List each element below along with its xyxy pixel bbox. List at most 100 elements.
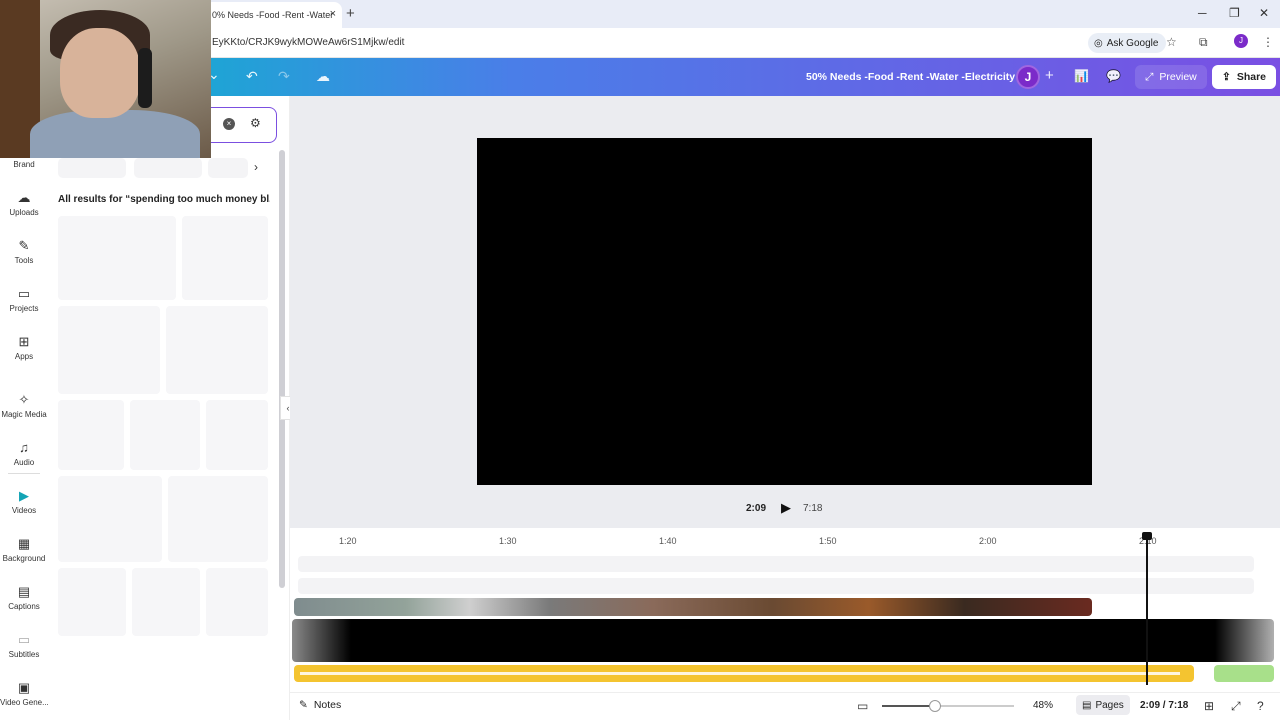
result-thumbnail[interactable] [58,400,124,470]
comment-icon[interactable]: 💬 [1106,69,1121,83]
playhead[interactable] [1146,535,1148,685]
webcam-headset [138,48,152,108]
browser-tab[interactable]: 0% Needs -Food -Rent -Water × [204,2,342,28]
left-sidebar: Brand ☁ Uploads ✎ Tools ▭ Projects ⊞ App… [0,96,48,720]
sidebar-item-label: Apps [14,352,34,361]
result-thumbnail[interactable] [58,216,176,300]
notes-button[interactable]: ✎ Notes [299,699,341,711]
ruler-tick: 1:30 [499,536,517,546]
zoom-percentage[interactable]: 48% [1033,700,1053,711]
subtitles-icon: ▭ [17,632,31,647]
result-thumbnail[interactable] [130,400,200,470]
sidebar-item-background[interactable]: ▦ Background [0,536,48,563]
zoom-slider-fill [882,705,936,707]
sidebar-item-tools[interactable]: ✎ Tools [0,238,48,265]
sidebar-item-label: Subtitles [8,650,40,659]
browser-profile-avatar[interactable]: J [1234,34,1248,48]
ask-google-label: Ask Google [1106,37,1159,49]
audio-track-secondary[interactable] [1214,665,1274,682]
sidebar-item-audio[interactable]: ♫ Audio [0,440,48,467]
ruler-tick: 1:40 [659,536,677,546]
ruler-tick: 2:00 [979,536,997,546]
analytics-chart-icon[interactable]: 📊 [1074,69,1089,83]
grid-view-icon[interactable]: ⊞ [1204,699,1214,713]
search-input[interactable] [200,107,277,143]
result-thumbnail[interactable] [58,306,160,394]
chevron-right-icon[interactable]: › [254,160,258,174]
sidebar-item-apps[interactable]: ⊞ Apps [0,334,48,361]
preview-button[interactable]: ⤢ Preview [1135,65,1207,89]
fullscreen-icon[interactable]: ⤢ [1231,699,1241,714]
video-play-icon: ▶ [19,488,29,503]
clear-search-icon[interactable]: × [223,118,235,130]
result-thumbnail[interactable] [206,400,268,470]
preview-label: Preview [1159,71,1197,83]
filter-chip[interactable] [208,158,248,178]
pages-button[interactable]: ▤ Pages [1076,695,1130,715]
redo-icon[interactable]: ↷ [278,68,290,85]
pen-tool-icon: ✎ [18,238,30,253]
sidebar-item-videos[interactable]: ▶ Videos [0,488,48,515]
cloud-save-icon[interactable]: ☁ [316,68,330,85]
video-clip-track[interactable] [294,598,1092,616]
sidebar-item-label: Magic Media [1,410,47,419]
extensions-icon[interactable]: ⧉ [1199,35,1208,50]
sidebar-item-magic-media[interactable]: ✧ Magic Media [0,392,48,419]
sidebar-item-label: Tools [14,256,34,265]
add-collaborator-icon[interactable]: + [1045,67,1054,84]
empty-track[interactable] [298,556,1254,572]
pages-icon: ▤ [1082,699,1092,711]
result-thumbnail[interactable] [182,216,268,300]
sidebar-item-projects[interactable]: ▭ Projects [0,286,48,313]
sidebar-item-subtitles[interactable]: ▭ Subtitles [0,632,48,659]
design-canvas[interactable] [477,138,1092,485]
panel-scrollbar[interactable] [279,150,285,588]
filter-chip[interactable] [58,158,126,178]
notes-label: Notes [313,699,342,711]
results-title: All results for “spending too much money… [58,194,270,205]
url-text[interactable]: EyKKto/CRJK9wykMOWeAw6rS1Mjkw/edit [212,37,404,48]
result-thumbnail[interactable] [58,568,126,636]
sidebar-item-uploads[interactable]: ☁ Uploads [0,190,48,217]
bookmark-star-icon[interactable]: ☆ [1166,35,1177,49]
result-thumbnail[interactable] [166,306,268,394]
pages-label: Pages [1095,699,1124,711]
browser-tab-title: 0% Needs -Food -Rent -Water [212,10,334,20]
audio-waveform [300,672,1180,675]
sidebar-item-captions[interactable]: ▤ Captions [0,584,48,611]
playhead-handle[interactable] [1142,532,1152,540]
browser-menu-icon[interactable]: ⋮ [1262,35,1274,49]
tab-close-icon[interactable]: × [330,8,336,20]
restore-window-icon[interactable]: ❐ [1229,6,1240,20]
filter-chip[interactable] [134,158,202,178]
sidebar-item-label: Videos [11,506,37,515]
timer-icon[interactable]: ▭ [857,699,868,713]
new-tab-button[interactable]: + [346,5,355,22]
filter-icon[interactable]: ⚙ [250,116,261,130]
result-thumbnail[interactable] [132,568,200,636]
page-track[interactable] [292,619,1274,662]
result-thumbnail[interactable] [206,568,268,636]
apps-grid-icon: ⊞ [18,334,30,349]
close-window-icon[interactable]: ✕ [1259,6,1269,20]
sidebar-item-brand[interactable]: Brand [0,160,48,169]
help-icon[interactable]: ? [1257,699,1264,713]
play-icon[interactable]: ▶ [777,499,795,517]
magic-media-icon: ✧ [18,392,30,407]
editor-footer [290,692,1280,720]
sidebar-divider [8,473,40,474]
webcam-overlay [0,0,211,158]
result-thumbnail[interactable] [58,476,162,562]
user-avatar[interactable]: J [1016,65,1040,89]
undo-icon[interactable]: ↶ [246,68,258,85]
document-title[interactable]: 50% Needs -Food -Rent -Water -Electricit… [806,71,1015,83]
result-thumbnail[interactable] [168,476,268,562]
minimize-window-icon[interactable]: ─ [1198,6,1207,20]
sidebar-item-video-generator[interactable]: ▣ Video Gene... [0,680,48,707]
share-button[interactable]: ⇪ Share [1212,65,1276,89]
sidebar-item-label: Uploads [9,208,39,217]
empty-track[interactable] [298,578,1254,594]
ask-google-button[interactable]: ◎ Ask Google [1088,33,1167,53]
expand-icon: ⤢ [1145,70,1154,83]
sidebar-item-label: Brand [13,160,35,169]
